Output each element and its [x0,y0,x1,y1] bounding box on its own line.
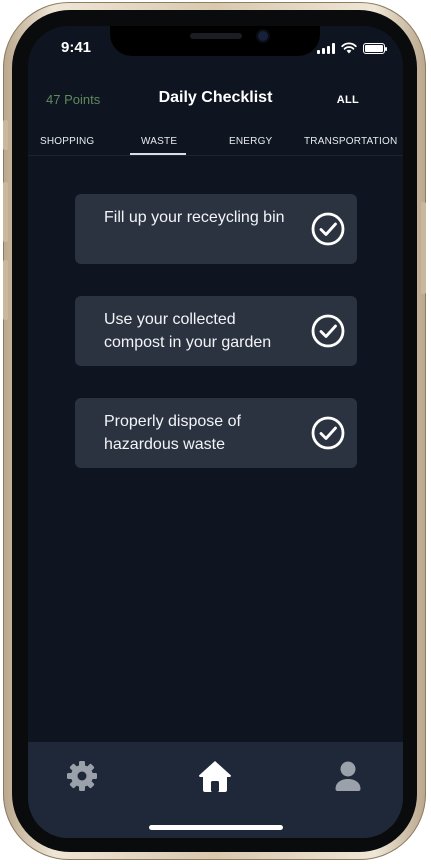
battery-icon [363,42,387,54]
tab-shopping[interactable]: SHOPPING [40,136,94,147]
volume-down-button [3,260,8,320]
user-icon[interactable] [330,758,366,794]
check-circle-icon[interactable] [311,212,345,246]
home-icon[interactable] [197,758,233,794]
notch [110,26,320,56]
status-time: 9:41 [61,39,92,56]
tab-energy[interactable]: ENERGY [229,136,272,147]
category-tabs: SHOPPING WASTE ENERGY TRANSPORTATION [28,131,403,156]
checklist-item-label: Properly dispose of hazardous waste [104,413,241,453]
active-tab-indicator [130,153,186,155]
front-camera [258,31,268,41]
checklist-item-label: Use your collected compost in your garde… [104,311,272,351]
silent-switch [3,120,8,150]
wifi-icon [341,42,357,54]
gear-icon[interactable] [64,758,100,794]
checklist-item[interactable]: Use your collected compost in your garde… [75,296,357,366]
speaker-grille [190,33,242,39]
bottom-tab-bar [28,742,403,838]
checklist-item[interactable]: Fill up your receycling bin [75,194,357,264]
all-button[interactable]: ALL [337,94,359,106]
cellular-signal-icon [317,42,335,54]
status-icons [317,42,387,54]
check-circle-icon[interactable] [311,416,345,450]
checklist-item-label: Fill up your receycling bin [104,209,285,226]
tab-transportation[interactable]: TRANSPORTATION [304,136,397,147]
power-button [421,202,426,294]
header: 47 Points Daily Checklist ALL [28,86,403,116]
tab-waste[interactable]: WASTE [141,136,177,147]
app-screen: 9:41 47 Points Daily Checklist ALL SHOPP… [28,26,403,838]
home-indicator[interactable] [149,825,283,830]
volume-up-button [3,182,8,242]
checklist-item[interactable]: Properly dispose of hazardous waste [75,398,357,468]
check-circle-icon[interactable] [311,314,345,348]
